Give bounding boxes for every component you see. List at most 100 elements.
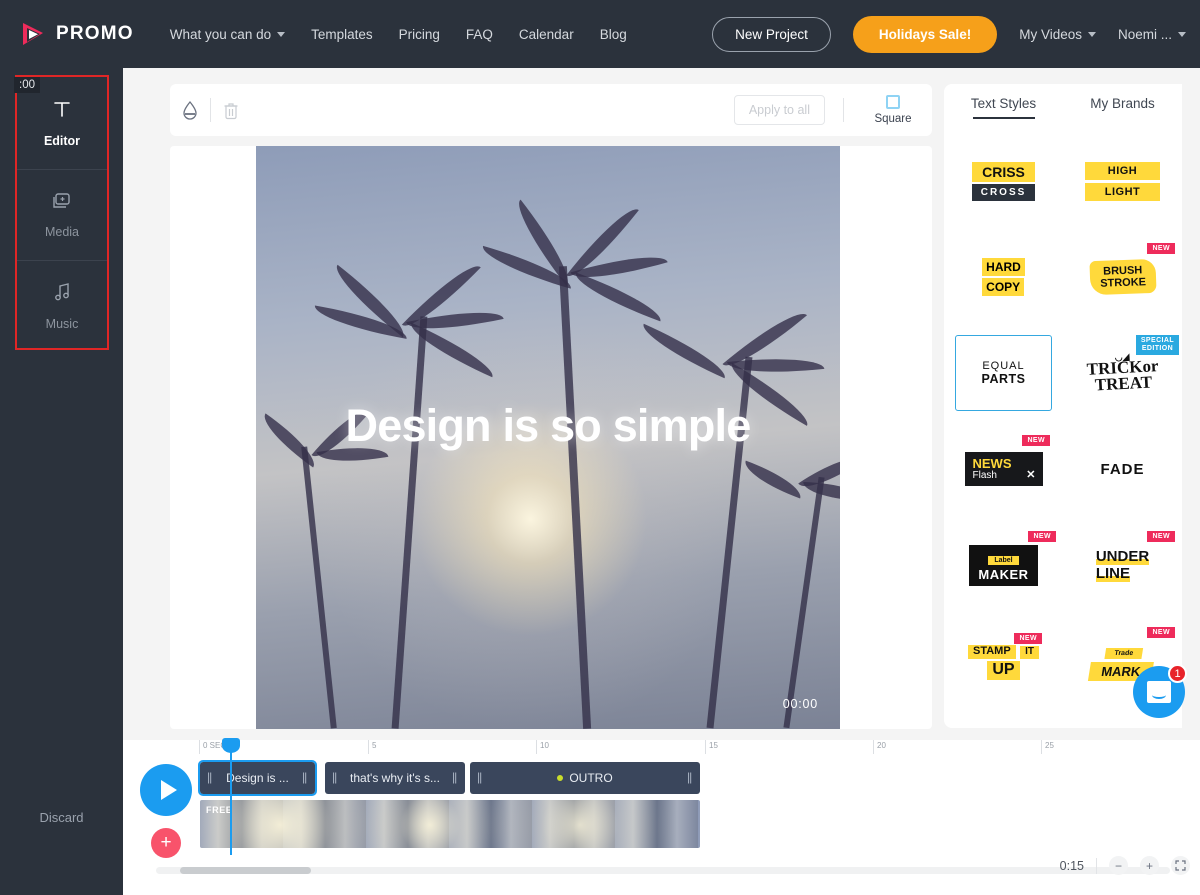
timeline-ruler[interactable]: 0 SEC 5 10 15 20 25 [123,740,1200,758]
chevron-down-icon [277,31,286,37]
clip-handle-left[interactable]: || [332,770,338,786]
clip-handle-right[interactable]: || [302,770,308,786]
add-clip-button[interactable]: + [151,828,181,858]
toolbar-divider [843,98,844,122]
paint-drop-icon[interactable] [170,84,210,136]
tab-my-brands[interactable]: My Brands [1063,96,1182,119]
style-item-brush-stroke[interactable]: NEW BRUSH STROKE [1063,229,1182,325]
clip-handle-left[interactable]: || [207,770,213,786]
timeline-duration: 0:15 [1059,858,1084,873]
nav-link-blog[interactable]: Blog [600,27,627,42]
plus-icon[interactable]: + [1140,856,1159,875]
style-line-2: MAKER [978,566,1029,582]
nav-account-menu[interactable]: Noemi ... [1118,27,1186,42]
nav-right-group: New Project Holidays Sale! My Videos Noe… [712,0,1186,68]
style-item-high-light[interactable]: HIGH LIGHT [1063,133,1182,229]
style-line-2: TREAT [1093,372,1153,395]
filmstrip-thumbnails [200,800,700,848]
timeline-clip-text-2[interactable]: || that's why it's s... || [325,762,465,794]
canvas-container: Design is so simple 00:00 [170,146,932,729]
style-line-2: CROSS [971,183,1036,201]
sidebar-item-label: Editor [43,133,81,148]
nav-my-videos[interactable]: My Videos [1019,27,1096,42]
play-button[interactable] [140,764,192,816]
nav-link-what-you-can-do[interactable]: What you can do [170,27,286,42]
style-item-news-flash[interactable]: NEW NEWS Flash ✕ [944,421,1063,517]
video-preview[interactable]: Design is so simple 00:00 [256,146,840,729]
video-filmstrip-track[interactable]: FREE [200,800,700,848]
timeline-scrollbar-thumb[interactable] [180,867,311,874]
promo-video-editor: PROMO What you can do Templates Pricing … [0,0,1200,895]
badge-line-1: SPECIAL [1140,337,1174,344]
style-item-fade[interactable]: FADE [1063,421,1182,517]
style-line-2: LIGHT [1084,182,1161,201]
holidays-sale-button[interactable]: Holidays Sale! [852,15,998,53]
style-item-label-maker[interactable]: NEW Label MAKER [944,517,1063,613]
trash-icon[interactable] [211,84,251,136]
chevron-down-icon [1178,31,1186,37]
style-line-1: STAMP [967,645,1016,659]
nav-link-calendar[interactable]: Calendar [519,27,574,42]
ruler-tick: 5 [368,740,376,754]
style-line-2: PARTS [981,372,1026,386]
style-line-1: HARD [982,258,1025,276]
apply-to-all-button[interactable]: Apply to all [733,95,825,125]
video-timecode: 00:00 [782,697,818,711]
ruler-tick: 20 [873,740,886,754]
style-item-under-line[interactable]: NEW UNDER LINE [1063,517,1182,613]
sidebar-item-music[interactable]: Music [17,260,107,352]
style-item-trick-or-treat[interactable]: SPECIAL EDITION ◡◢ TRICKor TREAT [1063,325,1182,421]
nav-links: What you can do Templates Pricing FAQ Ca… [170,27,627,42]
text-styles-panel: Text Styles My Brands CRISS CROSS HIGH L… [944,84,1182,728]
style-line-2: COPY [982,278,1025,296]
my-videos-label: My Videos [1019,26,1082,42]
ruler-tick: 25 [1041,740,1054,754]
account-label: Noemi ... [1117,26,1172,42]
text-icon [51,98,73,124]
fit-screen-icon[interactable] [1171,856,1190,875]
clip-handle-left[interactable]: || [477,770,483,786]
timecode-badge: :00 [14,77,40,93]
music-icon [51,281,73,307]
style-item-stamp-it-up[interactable]: NEW STAMP IT UP [944,613,1063,709]
brand-logo-group[interactable]: PROMO [18,19,134,49]
tab-text-styles[interactable]: Text Styles [944,96,1063,119]
style-item-equal-parts[interactable]: EQUAL PARTS [944,325,1063,421]
video-overlay-text[interactable]: Design is so simple [256,400,840,452]
style-item-criss-cross[interactable]: CRISS CROSS [944,133,1063,229]
clip-handle-right[interactable]: || [687,770,693,786]
plus-icon: + [160,832,172,853]
nav-link-pricing[interactable]: Pricing [399,27,440,42]
clip-label: that's why it's s... [350,771,440,785]
intercom-chat-button[interactable]: 1 [1133,664,1187,718]
sidebar-highlight-group: Editor Media Music [15,75,109,350]
brand-name: PROMO [56,23,134,44]
clip-handle-right[interactable]: || [452,770,458,786]
style-line-1: HIGH [1084,161,1161,180]
discard-button[interactable]: Discard [0,810,123,825]
nav-link-templates[interactable]: Templates [311,27,373,42]
new-project-button[interactable]: New Project [712,16,831,52]
timeline-clip-text-1[interactable]: || Design is ... || [198,760,317,796]
aspect-ratio-square-button[interactable]: Square [862,95,924,125]
style-item-hard-copy[interactable]: HARD COPY [944,229,1063,325]
timeline-scrollbar-track[interactable] [156,867,1170,874]
media-icon [51,191,73,215]
timeline-clip-outro[interactable]: || OUTRO || [470,762,700,794]
panel-tabs: Text Styles My Brands [944,84,1182,119]
minus-icon[interactable]: − [1109,856,1128,875]
style-line-1: Label [988,555,1019,565]
sidebar-item-media[interactable]: Media [17,168,107,261]
ruler-tick: 15 [705,740,718,754]
top-navigation-bar: PROMO What you can do Templates Pricing … [0,0,1200,68]
new-badge: NEW [1014,633,1042,644]
clip-label: OUTRO [569,771,613,785]
timeline-playhead[interactable] [222,738,240,855]
badge-line-2: EDITION [1141,345,1174,353]
promo-logo-icon [18,19,48,49]
nav-link-faq[interactable]: FAQ [466,27,493,42]
style-line-1: NEWS [972,456,1012,471]
controls-divider [1096,857,1097,874]
style-line-2: STROKE [1099,276,1146,290]
clip-label: Design is ... [226,771,289,785]
